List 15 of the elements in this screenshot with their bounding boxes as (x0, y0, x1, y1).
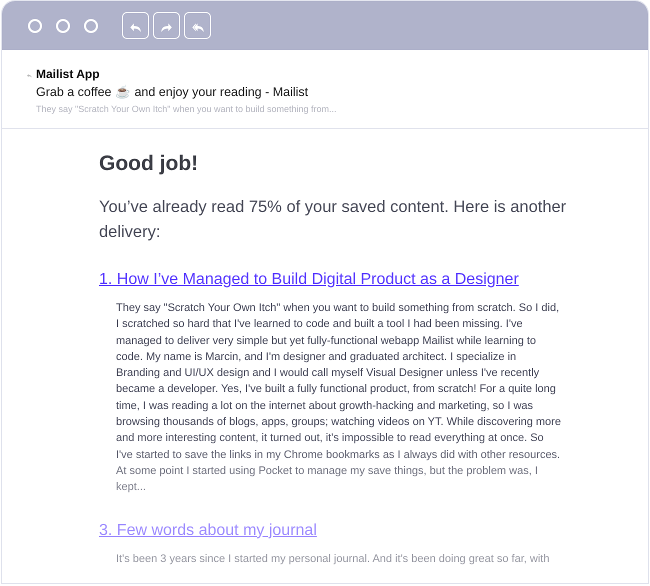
reply-all-button[interactable] (184, 12, 211, 39)
forward-button[interactable] (153, 12, 180, 39)
email-subject: Grab a coffee ☕ and enjoy your reading - Mailist (36, 84, 310, 101)
email-preview: They say "Scratch Your Own Itch" when you want to build something from... (36, 103, 337, 116)
article-excerpt: They say "Scratch Your Own Itch" when you want to build something from scratch. So I did, I scratched so hard that I've learned to code and built a tool I had been missing. I've managed to deliver very simple but yet fully-functional webapp Mailist while learning to code. My name is Marcin, and I'm designer and graduated architect. I specialize in Branding and UI/UX design and I would call myself Visual Designer unless I've recently became a developer. Yes, I've built a fully functional product, from scratch! For a quite long time, I was reading a lot on the internet about growth-hacking and marketing, so I was browsing thousands of blogs, apps, groups; watching videos on YT. While discovering more and more interesting content, it turned out, it's impossible to read everything at once. So I've started to save the links in my Chrome bookmarks as I always did with other resources. At some point I started using Pocket to manage my save things, but the problem was, I kept... (116, 301, 562, 496)
reply-button[interactable] (122, 12, 149, 39)
intro-text: You’ve already read 75% of your saved content. Here is another delivery: (99, 197, 568, 243)
reply-icon (26, 72, 33, 78)
window-control[interactable] (56, 18, 70, 32)
sender-name: Mailist App (36, 66, 101, 82)
article-excerpt: It's been 3 years since I started my personal journal. And it's been doing great so far, with (116, 552, 550, 567)
article-link[interactable]: 1. How I’ve Managed to Build Digital Product as a Designer (99, 269, 519, 291)
message-heading: Good job! (99, 151, 200, 177)
window-control[interactable] (28, 18, 42, 32)
window-control[interactable] (84, 18, 98, 32)
